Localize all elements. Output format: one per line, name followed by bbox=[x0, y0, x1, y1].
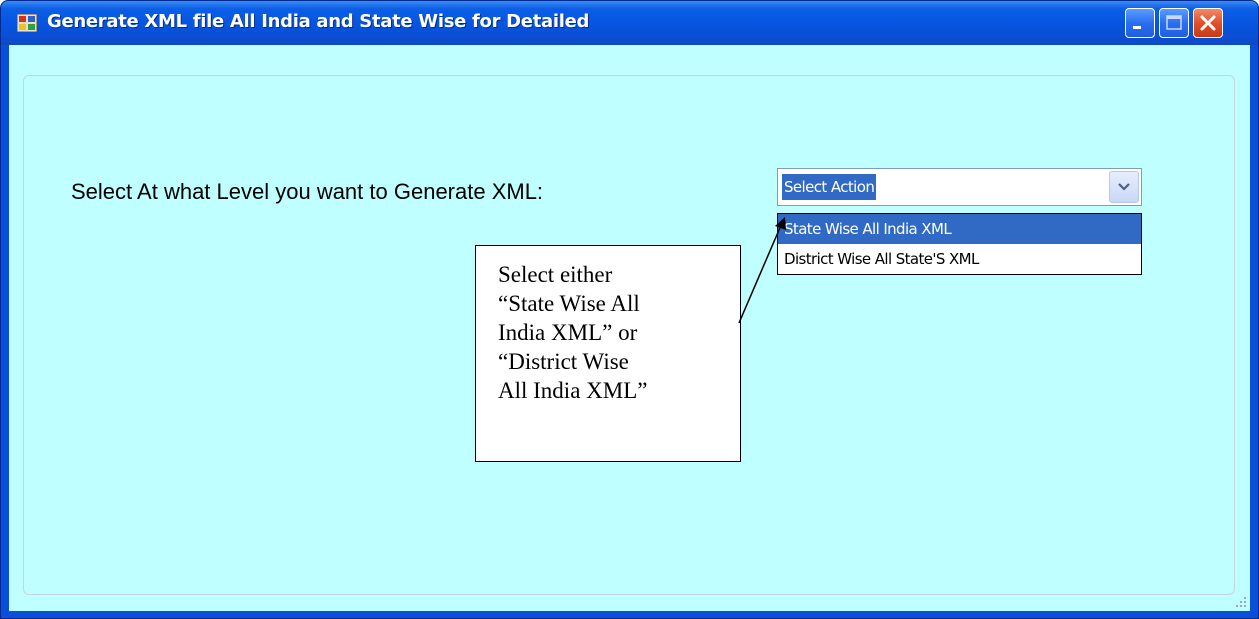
maximize-button[interactable] bbox=[1159, 8, 1189, 38]
chevron-down-icon bbox=[1118, 183, 1130, 191]
callout-line: “State Wise All bbox=[498, 291, 640, 316]
title-bar[interactable]: Generate XML file All India and State Wi… bbox=[1, 1, 1258, 45]
annotation-callout: Select either “State Wise All India XML”… bbox=[475, 245, 741, 462]
app-window-icon[interactable] bbox=[16, 13, 38, 33]
minimize-icon bbox=[1133, 26, 1141, 29]
action-combobox[interactable]: Select Action bbox=[777, 168, 1142, 206]
callout-line: Select either bbox=[498, 262, 613, 287]
resize-grip-icon[interactable] bbox=[1234, 595, 1248, 609]
minimize-button[interactable] bbox=[1125, 8, 1155, 38]
option-state-wise[interactable]: State Wise All India XML bbox=[778, 214, 1141, 244]
combobox-dropdown-button[interactable] bbox=[1109, 171, 1139, 203]
level-prompt-label: Select At what Level you want to Generat… bbox=[71, 179, 544, 204]
window-title: Generate XML file All India and State Wi… bbox=[47, 11, 590, 32]
callout-line: All India XML” bbox=[498, 378, 648, 403]
combobox-selected-value: Select Action bbox=[782, 174, 877, 200]
callout-line: “District Wise bbox=[498, 349, 629, 374]
combobox-dropdown-list: State Wise All India XML District Wise A… bbox=[777, 213, 1142, 275]
form-client-area: Select At what Level you want to Generat… bbox=[9, 45, 1250, 611]
maximize-icon bbox=[1166, 15, 1182, 30]
close-button[interactable] bbox=[1193, 8, 1223, 38]
close-icon bbox=[1200, 15, 1216, 31]
option-district-wise[interactable]: District Wise All State'S XML bbox=[778, 244, 1141, 274]
callout-line: India XML” or bbox=[498, 320, 638, 345]
application-window: Generate XML file All India and State Wi… bbox=[0, 0, 1259, 619]
